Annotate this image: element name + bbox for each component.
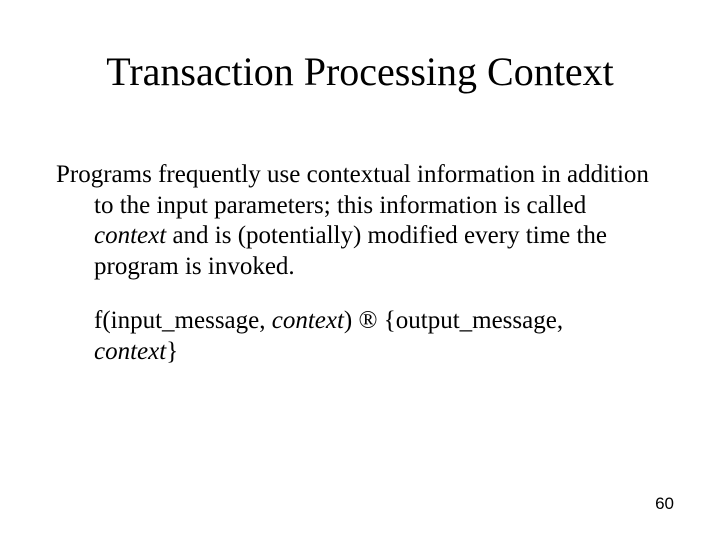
formula-d: {output_message, — [378, 307, 564, 334]
body-text-1c: and is (potentially) modified every time… — [94, 222, 607, 280]
arrow-icon: ® — [359, 307, 378, 334]
body-text-1b-context: context — [94, 222, 166, 249]
slide-body: Programs frequently use contextual infor… — [56, 160, 650, 367]
body-paragraph: Programs frequently use contextual infor… — [56, 160, 650, 282]
formula-c: ) — [344, 307, 359, 334]
formula-b-context: context — [272, 307, 344, 334]
formula-e-context: context — [94, 338, 166, 365]
formula-line: f(input_message, context) ® {output_mess… — [56, 306, 650, 367]
formula-f: } — [166, 338, 178, 365]
page-number: 60 — [655, 494, 674, 514]
body-text-1a: Programs frequently use contextual infor… — [56, 161, 649, 219]
formula-a: f(input_message, — [94, 307, 272, 334]
slide: Transaction Processing Context Programs … — [0, 0, 720, 540]
slide-title: Transaction Processing Context — [0, 48, 720, 95]
